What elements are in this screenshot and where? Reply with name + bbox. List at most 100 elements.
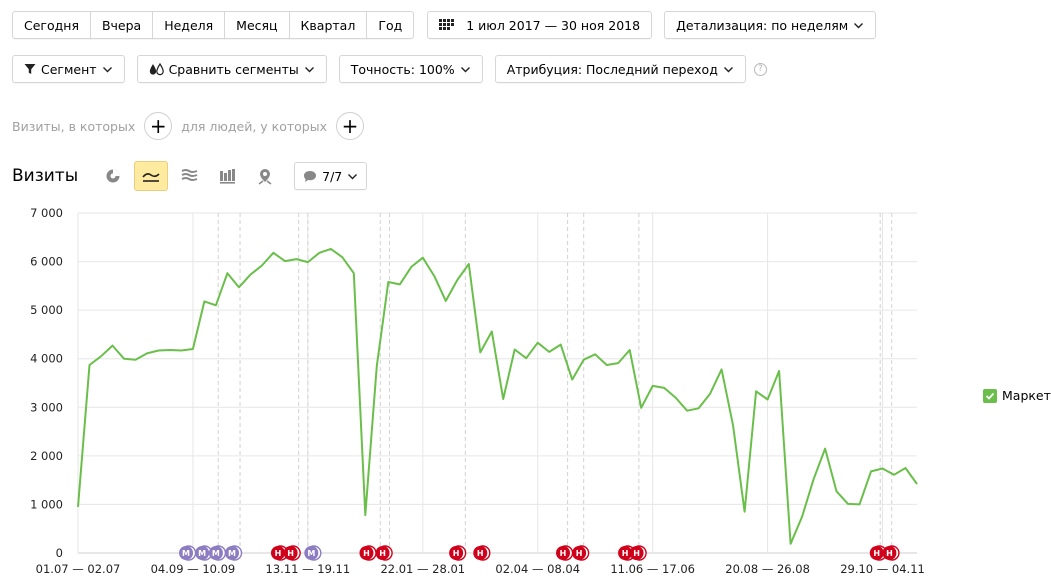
data-point bbox=[249, 274, 251, 276]
svg-text:Н: Н bbox=[453, 549, 460, 558]
svg-text:Н: Н bbox=[477, 549, 484, 558]
data-point bbox=[778, 370, 780, 372]
svg-text:М: М bbox=[228, 549, 236, 558]
data-point bbox=[330, 248, 332, 250]
visits-line-chart: 7 000 6 000 5 000 4 000 3 000 2 000 1 000 0 01.0… bbox=[30, 206, 925, 576]
y-tick-label: 2 000 bbox=[30, 449, 63, 463]
data-point bbox=[675, 397, 677, 399]
data-point bbox=[698, 407, 700, 409]
data-point bbox=[813, 478, 815, 480]
x-tick-label: 04.09 — 10.09 bbox=[151, 562, 236, 576]
data-point bbox=[767, 399, 769, 401]
data-point bbox=[238, 286, 240, 288]
svg-text:Н: Н bbox=[287, 549, 294, 558]
svg-text:Н: Н bbox=[275, 549, 282, 558]
annotation-marker[interactable]: Н bbox=[473, 545, 491, 561]
annotation-marker[interactable]: М bbox=[304, 545, 322, 561]
data-point bbox=[456, 279, 458, 281]
data-point bbox=[226, 272, 228, 274]
annotation-marker[interactable]: Н bbox=[572, 545, 590, 561]
data-point bbox=[192, 348, 194, 350]
data-point bbox=[640, 407, 642, 409]
data-point bbox=[134, 359, 136, 361]
data-point bbox=[502, 398, 504, 400]
data-point bbox=[537, 342, 539, 344]
annotation-marker[interactable]: Н bbox=[449, 545, 467, 561]
svg-text:Н: Н bbox=[886, 549, 893, 558]
chart-legend: Маркет bbox=[983, 388, 1051, 403]
data-point bbox=[617, 362, 619, 364]
y-tick-label: 7 000 bbox=[30, 206, 63, 220]
svg-text:Н: Н bbox=[622, 549, 629, 558]
data-point bbox=[307, 261, 309, 263]
data-point bbox=[721, 368, 723, 370]
series-line-market bbox=[77, 247, 918, 545]
data-point bbox=[387, 281, 389, 283]
data-point bbox=[123, 358, 125, 360]
data-point bbox=[629, 349, 631, 351]
legend-checkbox[interactable] bbox=[983, 388, 997, 403]
y-tick-label: 3 000 bbox=[30, 400, 63, 414]
svg-text:М: М bbox=[198, 549, 206, 558]
svg-text:Н: Н bbox=[363, 549, 370, 558]
data-point bbox=[606, 364, 608, 366]
data-point bbox=[514, 348, 516, 350]
annotation-marker[interactable]: Н bbox=[283, 545, 301, 561]
data-point bbox=[491, 331, 493, 333]
data-point bbox=[594, 353, 596, 355]
annotation-marker[interactable]: М bbox=[208, 545, 227, 561]
annotation-marker[interactable]: М bbox=[225, 545, 243, 561]
data-point bbox=[468, 263, 470, 265]
y-tick-label: 1 000 bbox=[30, 497, 63, 511]
x-tick-label: 22.01 — 28.01 bbox=[380, 562, 465, 576]
data-point bbox=[88, 364, 90, 366]
svg-text:М: М bbox=[307, 549, 315, 558]
data-point bbox=[399, 283, 401, 285]
annotation-marker[interactable]: Н bbox=[556, 545, 574, 561]
svg-text:М: М bbox=[182, 549, 190, 558]
data-point bbox=[341, 256, 343, 258]
data-point bbox=[836, 490, 838, 492]
data-point bbox=[261, 264, 263, 266]
y-tick-label: 6 000 bbox=[30, 255, 63, 269]
x-tick-label: 29.10 — 04.11 bbox=[840, 562, 925, 576]
data-point bbox=[479, 351, 481, 353]
data-point bbox=[663, 387, 665, 389]
data-point bbox=[215, 304, 217, 306]
data-point bbox=[560, 344, 562, 346]
data-point bbox=[755, 390, 757, 392]
data-point bbox=[364, 514, 366, 516]
data-point bbox=[824, 448, 826, 450]
data-point bbox=[859, 503, 861, 505]
checkmark-icon bbox=[985, 392, 995, 400]
annotation-marker[interactable]: Н bbox=[629, 545, 647, 561]
data-point bbox=[445, 300, 447, 302]
legend-label: Маркет bbox=[1002, 388, 1051, 403]
data-point bbox=[100, 355, 102, 357]
data-point bbox=[905, 467, 907, 469]
data-point bbox=[548, 351, 550, 353]
x-tick-label: 13.11 — 19.11 bbox=[266, 562, 351, 576]
annotation-marker[interactable]: М bbox=[179, 545, 197, 561]
annotation-marker[interactable]: Н bbox=[882, 545, 900, 561]
data-point bbox=[410, 266, 412, 268]
y-tick-label: 0 bbox=[56, 546, 63, 560]
data-point bbox=[422, 257, 424, 259]
data-point bbox=[157, 349, 159, 351]
data-point bbox=[376, 365, 378, 367]
x-tick-label: 01.07 — 02.07 bbox=[36, 562, 121, 576]
svg-text:Н: Н bbox=[633, 549, 640, 558]
data-point bbox=[318, 252, 320, 254]
annotation-marker[interactable]: Н bbox=[359, 545, 377, 561]
data-point bbox=[111, 345, 113, 347]
data-point bbox=[801, 516, 803, 518]
data-point bbox=[847, 503, 849, 505]
data-point bbox=[284, 260, 286, 262]
data-point bbox=[652, 385, 654, 387]
x-tick-label: 02.04 — 08.04 bbox=[495, 562, 580, 576]
data-point bbox=[686, 410, 688, 412]
svg-text:М: М bbox=[212, 549, 220, 558]
annotation-marker[interactable]: Н bbox=[375, 545, 393, 561]
data-point bbox=[893, 474, 895, 476]
y-tick-label: 5 000 bbox=[30, 303, 63, 317]
